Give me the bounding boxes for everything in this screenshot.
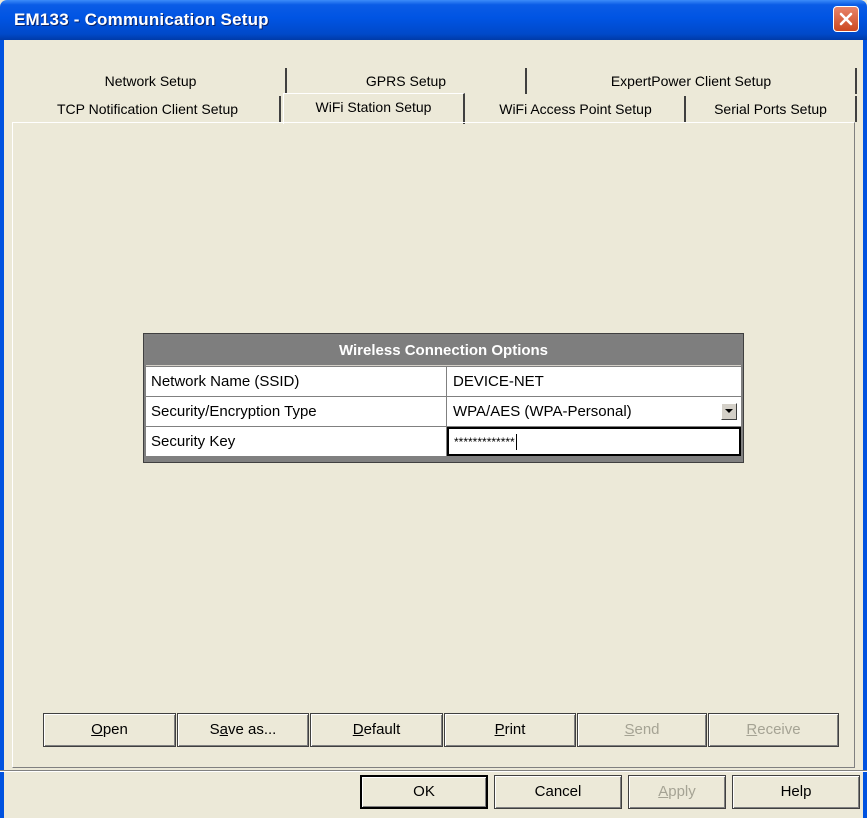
close-button[interactable] (833, 6, 859, 32)
cancel-button[interactable]: Cancel (494, 775, 622, 809)
button-label: Apply (658, 783, 696, 800)
send-button[interactable]: Send (577, 713, 707, 747)
tab-wifi-station-setup[interactable]: WiFi Station Setup (283, 93, 465, 124)
tab-serial-ports-setup[interactable]: Serial Ports Setup (686, 96, 857, 122)
security-key-label: Security Key (146, 427, 446, 456)
window-title: EM133 - Communication Setup (14, 10, 269, 29)
tab-label: WiFi Access Point Setup (499, 101, 652, 117)
window-border-right (863, 40, 867, 818)
text-caret (515, 434, 517, 451)
table-row: Security/Encryption Type WPA/AES (WPA-Pe… (146, 397, 741, 427)
close-icon (839, 12, 853, 26)
tab-label: ExpertPower Client Setup (610, 73, 772, 89)
wireless-options-grid: Wireless Connection Options Network Name… (143, 333, 744, 463)
apply-button[interactable]: Apply (628, 775, 726, 809)
save-as-button[interactable]: Save as... (177, 713, 309, 747)
tab-label: Serial Ports Setup (714, 101, 827, 117)
tab-label: GPRS Setup (365, 73, 447, 89)
security-type-select[interactable]: WPA/AES (WPA-Personal) (447, 397, 741, 426)
ssid-label: Network Name (SSID) (146, 367, 446, 396)
button-label: Print (494, 721, 526, 738)
ssid-field[interactable]: DEVICE-NET (447, 367, 741, 396)
button-label: Default (352, 721, 401, 738)
tab-label: TCP Notification Client Setup (56, 101, 239, 117)
tab-label: WiFi Station Setup (315, 99, 432, 115)
tab-wifi-access-point-setup[interactable]: WiFi Access Point Setup (467, 96, 686, 122)
button-label: Cancel (534, 783, 582, 800)
tab-network-setup[interactable]: Network Setup (16, 68, 287, 94)
button-label: Receive (746, 721, 801, 738)
ok-button[interactable]: OK (360, 775, 488, 809)
tab-label: Network Setup (104, 73, 197, 89)
window-border-left (0, 40, 4, 818)
title-bar[interactable]: EM133 - Communication Setup (0, 0, 867, 40)
tab-gprs-setup[interactable]: GPRS Setup (287, 68, 527, 94)
open-button[interactable]: Open (43, 713, 176, 747)
print-button[interactable]: Print (444, 713, 576, 747)
button-label: Open (91, 721, 128, 738)
button-label: Save as... (209, 721, 277, 738)
divider (0, 770, 867, 772)
grid-header: Wireless Connection Options (146, 336, 741, 366)
help-button[interactable]: Help (732, 775, 860, 809)
tab-expertpower-client-setup[interactable]: ExpertPower Client Setup (527, 68, 857, 94)
dropdown-button[interactable] (721, 403, 737, 420)
button-label: Send (624, 721, 660, 738)
button-label: OK (413, 783, 435, 800)
button-label: Help (780, 783, 812, 800)
table-row: Network Name (SSID) DEVICE-NET (146, 367, 741, 397)
chevron-down-icon (725, 409, 733, 413)
dialog-window: EM133 - Communication Setup Network Setu… (0, 0, 867, 818)
security-type-label: Security/Encryption Type (146, 397, 446, 426)
default-button[interactable]: Default (310, 713, 443, 747)
security-key-value: ************* (454, 435, 515, 449)
table-row: Security Key ************* (146, 427, 741, 457)
tab-tcp-notification-client-setup[interactable]: TCP Notification Client Setup (16, 96, 281, 122)
security-type-value: WPA/AES (WPA-Personal) (453, 403, 632, 420)
security-key-field[interactable]: ************* (447, 427, 741, 456)
receive-button[interactable]: Receive (708, 713, 839, 747)
